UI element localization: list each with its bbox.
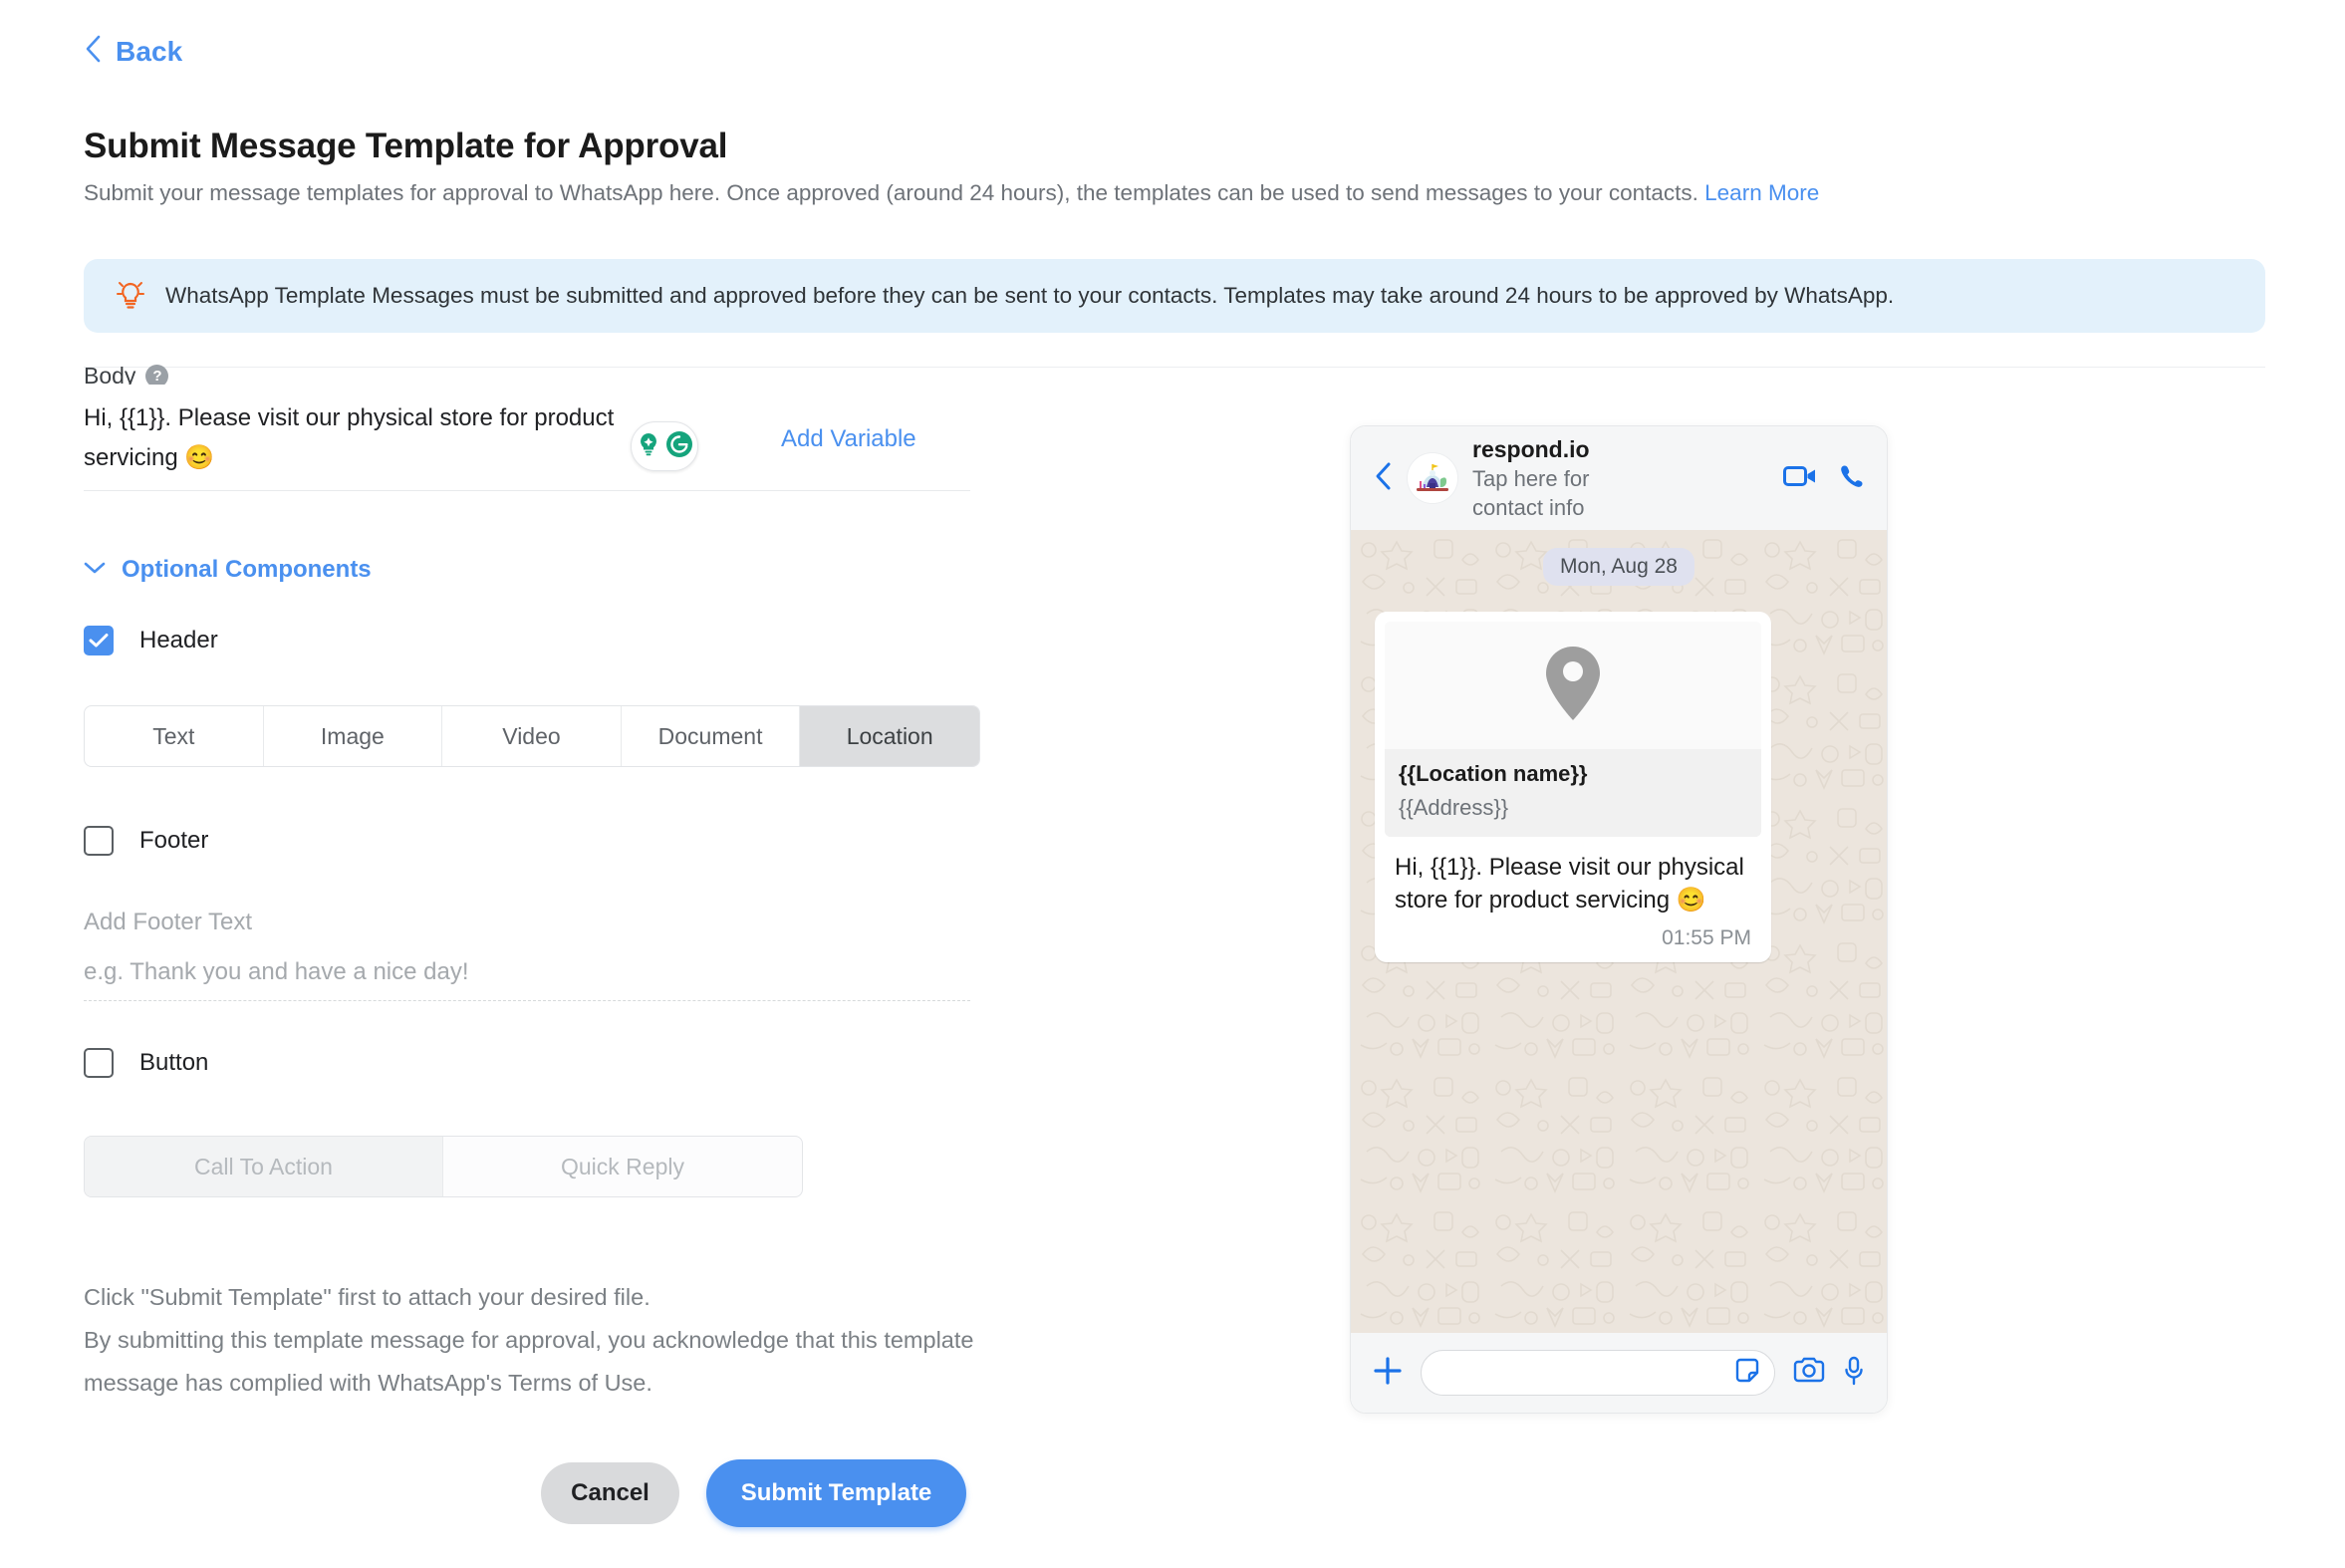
- sticker-icon[interactable]: [1734, 1358, 1760, 1389]
- preview-contact-info: respond.io Tap here for contact info: [1472, 434, 1769, 522]
- button-type-tabs[interactable]: Call To Action Quick Reply: [84, 1136, 803, 1197]
- attach-file-note: Click "Submit Template" first to attach …: [84, 1284, 651, 1310]
- form-column: Body ? Hi, {{1}}. Please visit our physi…: [84, 359, 980, 478]
- preview-contact-name: respond.io: [1472, 436, 1590, 462]
- lightbulb-icon: [116, 278, 145, 315]
- form-actions: Cancel Submit Template: [541, 1459, 966, 1527]
- header-checkbox-row[interactable]: Header: [84, 626, 218, 655]
- message-timestamp: 01:55 PM: [1662, 926, 1751, 949]
- footer-field-label: Add Footer Text: [84, 909, 252, 935]
- header-type-tabs[interactable]: Text Image Video Document Location: [84, 705, 980, 767]
- help-icon[interactable]: ?: [145, 364, 169, 385]
- page-title: Submit Message Template for Approval: [84, 127, 728, 166]
- footer-text-field[interactable]: Add Footer Text e.g. Thank you and have …: [84, 909, 970, 1001]
- back-button[interactable]: Back: [84, 34, 182, 69]
- header-tab-document[interactable]: Document: [622, 706, 801, 766]
- footer-field-underline: [84, 1000, 970, 1001]
- location-card[interactable]: {{Location name}} {{Address}}: [1385, 622, 1761, 837]
- footer-checkbox-label: Footer: [139, 827, 209, 854]
- header-tab-location[interactable]: Location: [800, 706, 979, 766]
- whatsapp-preview: respond.io Tap here for contact info Mon…: [1350, 425, 1888, 1414]
- location-meta: {{Location name}} {{Address}}: [1385, 749, 1761, 837]
- back-label: Back: [116, 35, 183, 67]
- page-description: Submit your message templates for approv…: [84, 180, 1819, 206]
- header-tab-image[interactable]: Image: [264, 706, 443, 766]
- preview-chat-header: respond.io Tap here for contact info: [1351, 426, 1887, 530]
- voice-call-icon[interactable]: [1839, 463, 1865, 494]
- location-name: {{Location name}}: [1399, 761, 1588, 786]
- preview-back-icon[interactable]: [1373, 460, 1393, 497]
- microphone-icon[interactable]: [1843, 1356, 1865, 1391]
- grammarly-suggestion-icon[interactable]: [635, 430, 662, 463]
- body-divider: [84, 490, 970, 491]
- message-bubble: {{Location name}} {{Address}} Hi, {{1}}.…: [1375, 612, 1771, 962]
- footer-checkbox[interactable]: [84, 826, 114, 856]
- preview-message-list: Mon, Aug 28 {{Location name}} {{Address}…: [1351, 530, 1887, 962]
- chevron-left-icon: [84, 34, 102, 69]
- button-checkbox-label: Button: [139, 1049, 209, 1076]
- optional-components-toggle[interactable]: Optional Components: [84, 556, 372, 584]
- preview-composer: [1351, 1333, 1887, 1413]
- button-tab-quick-reply[interactable]: Quick Reply: [443, 1137, 802, 1196]
- button-tab-call-to-action[interactable]: Call To Action: [85, 1137, 443, 1196]
- grammarly-logo-icon[interactable]: [664, 429, 694, 464]
- body-label-row: Body ?: [84, 359, 980, 385]
- message-input[interactable]: [1421, 1350, 1775, 1396]
- header-checkbox[interactable]: [84, 626, 114, 655]
- camera-icon[interactable]: [1793, 1357, 1825, 1390]
- page-description-text: Submit your message templates for approv…: [84, 180, 1705, 205]
- footer-field-placeholder: e.g. Thank you and have a nice day!: [84, 958, 469, 985]
- chevron-down-icon: [84, 561, 106, 580]
- learn-more-link[interactable]: Learn More: [1704, 180, 1819, 205]
- button-checkbox[interactable]: [84, 1048, 114, 1078]
- submit-template-button[interactable]: Submit Template: [706, 1459, 966, 1527]
- avatar: [1407, 452, 1458, 504]
- location-address: {{Address}}: [1399, 795, 1509, 820]
- header-checkbox-label: Header: [139, 627, 218, 653]
- banner-text: WhatsApp Template Messages must be submi…: [165, 283, 1895, 308]
- cancel-button[interactable]: Cancel: [541, 1462, 679, 1524]
- button-checkbox-row[interactable]: Button: [84, 1048, 208, 1078]
- info-banner: WhatsApp Template Messages must be submi…: [84, 259, 2265, 333]
- preview-chat-body: Mon, Aug 28 {{Location name}} {{Address}…: [1351, 530, 1887, 1333]
- location-pin-icon: [1541, 644, 1605, 728]
- optional-components-label: Optional Components: [122, 556, 372, 583]
- header-tab-text[interactable]: Text: [85, 706, 264, 766]
- body-label: Body: [84, 362, 136, 386]
- video-call-icon[interactable]: [1783, 464, 1817, 493]
- attach-plus-icon[interactable]: [1373, 1356, 1403, 1391]
- preview-header-actions: [1783, 463, 1865, 494]
- header-tab-video[interactable]: Video: [442, 706, 622, 766]
- terms-note: By submitting this template message for …: [84, 1327, 974, 1396]
- footer-checkbox-row[interactable]: Footer: [84, 826, 208, 856]
- grammarly-widget[interactable]: [631, 421, 698, 471]
- date-pill: Mon, Aug 28: [1543, 548, 1694, 586]
- add-variable-button[interactable]: Add Variable: [781, 425, 916, 453]
- body-text-input[interactable]: Hi, {{1}}. Please visit our physical sto…: [84, 398, 656, 478]
- location-map-placeholder: [1385, 622, 1761, 749]
- message-text: Hi, {{1}}. Please visit our physical sto…: [1395, 854, 1744, 914]
- preview-contact-subtitle: Tap here for contact info: [1472, 466, 1590, 520]
